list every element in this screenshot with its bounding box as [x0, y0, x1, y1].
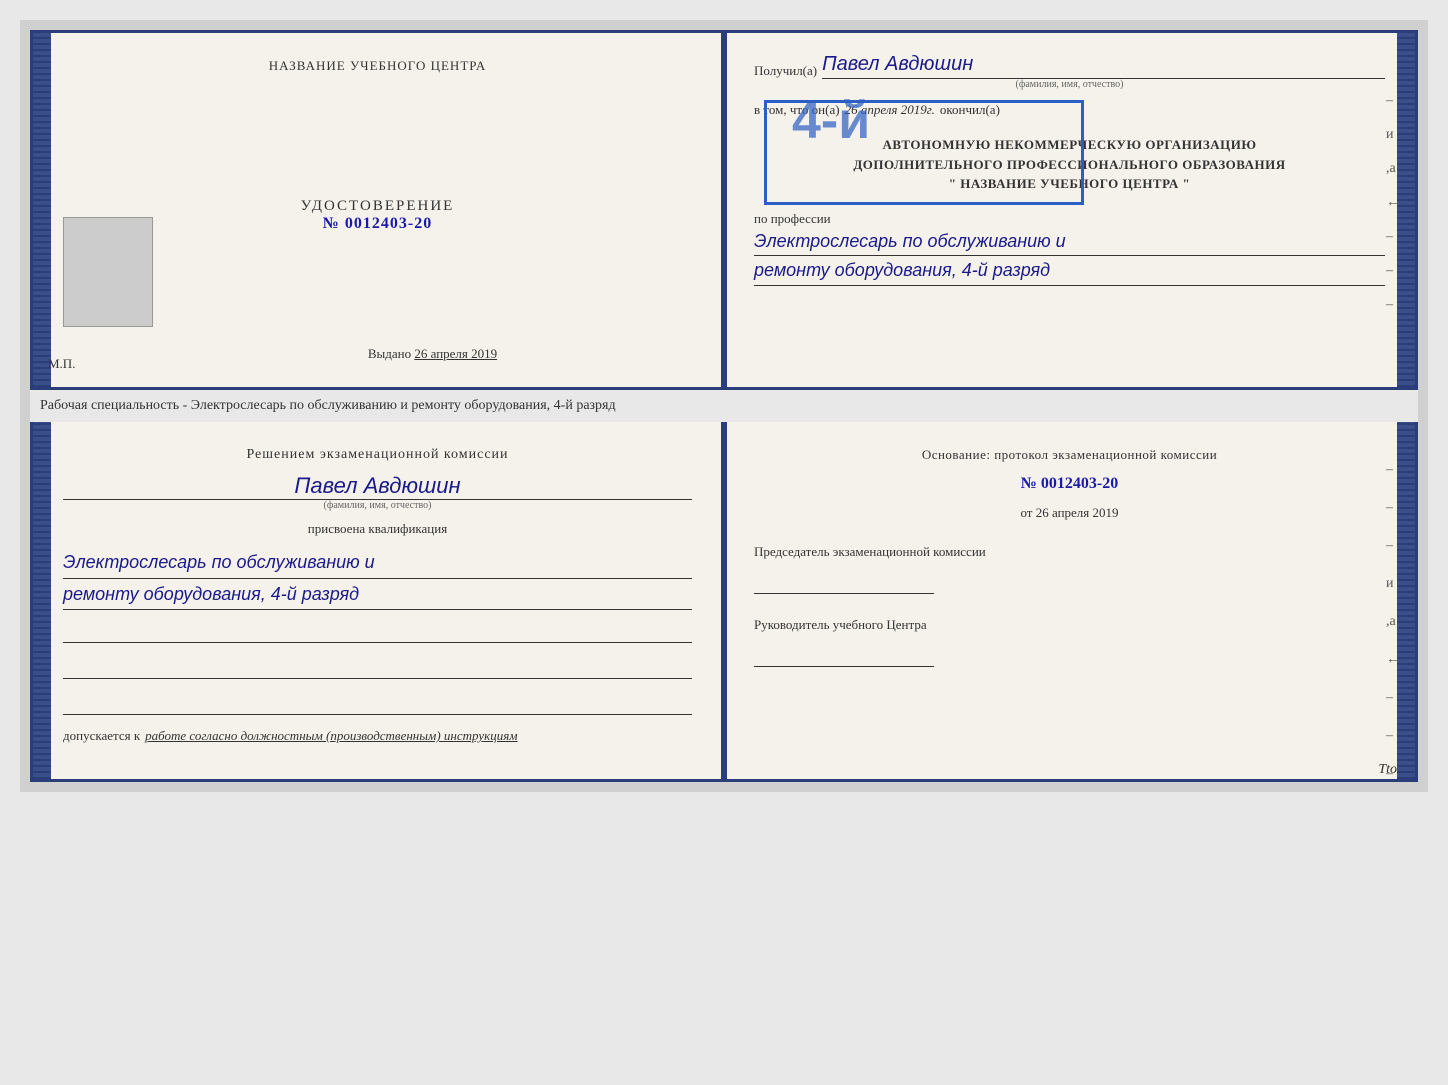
top-left-page: НАЗВАНИЕ УЧЕБНОГО ЦЕНТРА УДОСТОВЕРЕНИЕ №… [33, 33, 724, 387]
date-from-label: от [1020, 505, 1032, 520]
chairman-sig-line [754, 566, 934, 594]
director-block: Руководитель учебного Центра [754, 616, 1385, 667]
person-block: Павел Авдюшин (фамилия, имя, отчество) [63, 473, 692, 511]
person-name: Павел Авдюшин [63, 473, 692, 500]
bottom-right-page: Основание: протокол экзаменационной коми… [724, 422, 1415, 779]
bottom-left-page: Решением экзаменационной комиссии Павел … [33, 422, 724, 779]
blank-line-3 [63, 695, 692, 715]
org-line1: АВТОНОМНУЮ НЕКОММЕРЧЕСКУЮ ОРГАНИЗАЦИЮ [754, 135, 1385, 155]
recipient-name: Павел Авдюшин [822, 53, 1385, 79]
cert-label: УДОСТОВЕРЕНИЕ [301, 198, 455, 215]
допускается-line: допускается к работе согласно должностны… [63, 728, 692, 744]
issued-label: Выдано [368, 346, 411, 361]
training-center-title-left: НАЗВАНИЕ УЧЕБНОГО ЦЕНТРА [269, 58, 486, 74]
completed-label: окончил(а) [940, 102, 1000, 118]
recipient-line: Получил(а) Павел Авдюшин [754, 53, 1385, 79]
top-right-page: Получил(а) Павел Авдюшин (фамилия, имя, … [724, 33, 1415, 387]
qualification-block: Электрослесарь по обслуживанию и ремонту… [63, 547, 692, 610]
completed-date: 26 апреля 2019г. [845, 102, 935, 118]
assigned-text: присвоена квалификация [63, 521, 692, 537]
blank-line-2 [63, 659, 692, 679]
допускается-value: работе согласно должностным (производств… [145, 728, 517, 744]
between-text: Рабочая специальность - Электрослесарь п… [30, 390, 1418, 422]
profession-hw-line2: ремонту оборудования, 4-й разряд [754, 256, 1385, 286]
org-line2: ДОПОЛНИТЕЛЬНОГО ПРОФЕССИОНАЛЬНОГО ОБРАЗО… [754, 155, 1385, 175]
stamp-org-block: 4-й АВТОНОМНУЮ НЕКОММЕРЧЕСКУЮ ОРГАНИЗАЦИ… [754, 135, 1385, 194]
допускается-label: допускается к [63, 728, 140, 744]
blank-line-1 [63, 623, 692, 643]
binding-right-bottom [1397, 422, 1415, 779]
bottom-booklet: Решением экзаменационной комиссии Павел … [30, 422, 1418, 782]
date-from-line: от 26 апреля 2019 [754, 505, 1385, 521]
profession-label: по профессии [754, 211, 1385, 227]
cert-number: № 0012403-20 [301, 215, 455, 233]
director-sig-line [754, 639, 934, 667]
profession-block: по профессии Электрослесарь по обслужива… [754, 211, 1385, 287]
chairman-block: Председатель экзаменационной комиссии [754, 543, 1385, 594]
mp-label: М.П. [48, 356, 75, 372]
issued-date: 26 апреля 2019 [414, 346, 497, 361]
issued-line: Выдано 26 апреля 2019 [368, 346, 497, 362]
document-container: НАЗВАНИЕ УЧЕБНОГО ЦЕНТРА УДОСТОВЕРЕНИЕ №… [20, 20, 1428, 792]
top-booklet: НАЗВАНИЕ УЧЕБНОГО ЦЕНТРА УДОСТОВЕРЕНИЕ №… [30, 30, 1418, 390]
exam-commission-title: Решением экзаменационной комиссии [63, 447, 692, 463]
fio-caption-top: (фамилия, имя, отчество) [754, 79, 1385, 90]
tto-text: Tto [1378, 762, 1397, 778]
org-line3: " НАЗВАНИЕ УЧЕБНОГО ЦЕНТРА " [754, 174, 1385, 194]
chairman-title: Председатель экзаменационной комиссии [754, 543, 1385, 561]
photo-placeholder [63, 217, 153, 327]
fio-sub-bottom: (фамилия, имя, отчество) [63, 500, 692, 511]
recipient-block: Получил(а) Павел Авдюшин (фамилия, имя, … [754, 53, 1385, 90]
in-that-label: в том, что он(а) [754, 102, 840, 118]
protocol-number: № 0012403-20 [754, 475, 1385, 493]
profession-hw-line1: Электрослесарь по обслуживанию и [754, 227, 1385, 257]
binding-right [1397, 33, 1415, 387]
date-completed-line: в том, что он(а) 26 апреля 2019г. окончи… [754, 102, 1385, 118]
qual-hw-line1: Электрослесарь по обслуживанию и [63, 547, 692, 579]
date-from-value: 26 апреля 2019 [1036, 505, 1119, 520]
qual-hw-line2: ремонту оборудования, 4-й разряд [63, 579, 692, 611]
cert-title-block: УДОСТОВЕРЕНИЕ № 0012403-20 [301, 198, 455, 233]
received-label: Получил(а) [754, 63, 817, 79]
director-title: Руководитель учебного Центра [754, 616, 1385, 634]
basis-title: Основание: протокол экзаменационной коми… [754, 447, 1385, 463]
